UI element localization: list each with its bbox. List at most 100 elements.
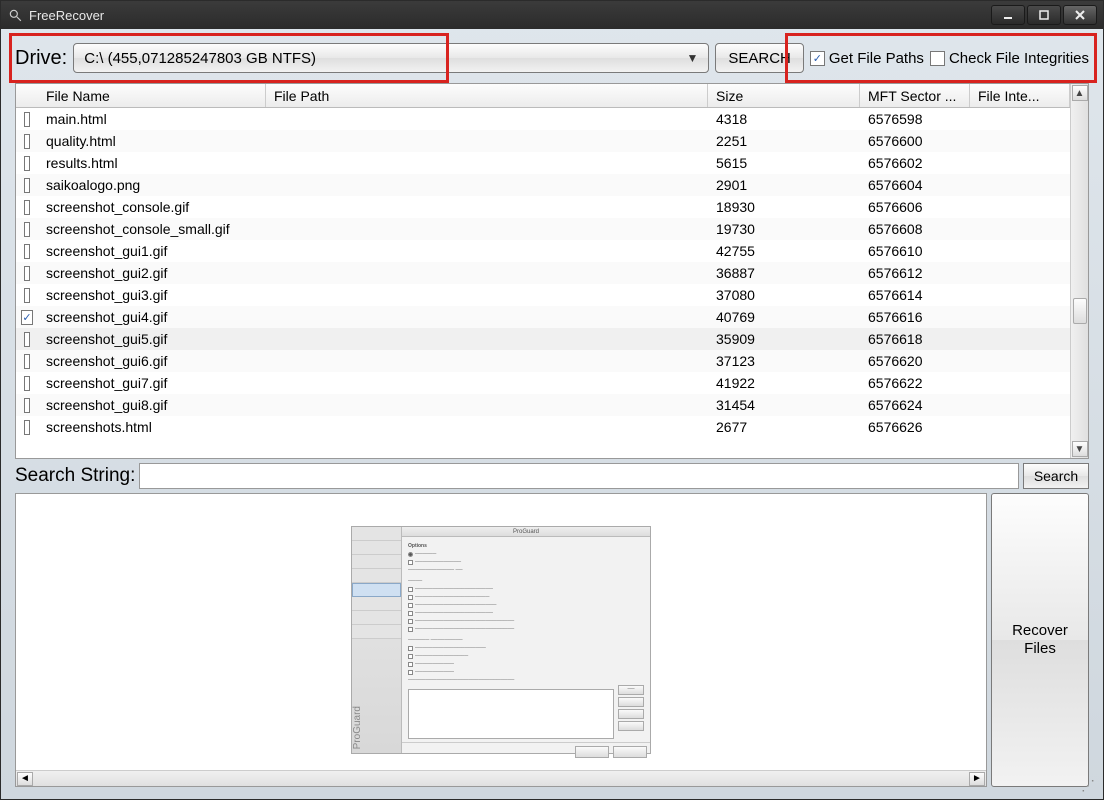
cell-size: 37080 bbox=[708, 287, 860, 303]
table-row[interactable]: saikoalogo.png29016576604 bbox=[16, 174, 1070, 196]
row-checkbox[interactable]: ✓ bbox=[21, 310, 32, 325]
cell-size: 2677 bbox=[708, 419, 860, 435]
search-drive-button[interactable]: SEARCH bbox=[715, 43, 804, 73]
cell-size: 40769 bbox=[708, 309, 860, 325]
search-string-input[interactable] bbox=[139, 463, 1019, 489]
cell-size: 35909 bbox=[708, 331, 860, 347]
scrollbar-thumb[interactable] bbox=[1073, 298, 1087, 324]
cell-mft: 6576626 bbox=[860, 419, 970, 435]
cell-mft: 6576610 bbox=[860, 243, 970, 259]
row-checkbox[interactable] bbox=[24, 332, 30, 347]
preview-pane: ProGuard ProGuard Options ────── ───────… bbox=[15, 493, 987, 787]
checkbox-icon bbox=[930, 51, 945, 66]
row-checkbox[interactable] bbox=[24, 398, 30, 413]
resize-grip-icon[interactable]: ⋰ bbox=[1081, 777, 1095, 791]
drive-toolbar: Drive: C:\ (455,071285247803 GB NTFS) ▼ … bbox=[5, 33, 1099, 83]
cell-file-name: screenshot_console_small.gif bbox=[38, 221, 266, 237]
preview-title: ProGuard bbox=[402, 527, 650, 537]
row-checkbox[interactable] bbox=[24, 354, 30, 369]
row-checkbox[interactable] bbox=[24, 112, 30, 127]
cell-mft: 6576624 bbox=[860, 397, 970, 413]
cell-file-name: screenshot_gui2.gif bbox=[38, 265, 266, 281]
cell-mft: 6576604 bbox=[860, 177, 970, 193]
table-row[interactable]: screenshot_gui5.gif359096576618 bbox=[16, 328, 1070, 350]
file-table: File Name File Path Size MFT Sector ... … bbox=[15, 83, 1089, 459]
cell-file-name: screenshot_gui7.gif bbox=[38, 375, 266, 391]
cell-size: 2901 bbox=[708, 177, 860, 193]
search-string-bar: Search String: Search bbox=[15, 463, 1089, 489]
cell-mft: 6576622 bbox=[860, 375, 970, 391]
cell-size: 18930 bbox=[708, 199, 860, 215]
cell-file-name: quality.html bbox=[38, 133, 266, 149]
col-file-path[interactable]: File Path bbox=[266, 84, 708, 107]
horizontal-scrollbar[interactable]: ◄ ► bbox=[16, 770, 986, 786]
cell-file-name: screenshot_gui3.gif bbox=[38, 287, 266, 303]
cell-size: 42755 bbox=[708, 243, 860, 259]
titlebar: FreeRecover bbox=[1, 1, 1103, 29]
search-string-button[interactable]: Search bbox=[1023, 463, 1089, 489]
table-row[interactable]: results.html 56156576602 bbox=[16, 152, 1070, 174]
row-checkbox[interactable] bbox=[24, 222, 30, 237]
cell-file-name: screenshot_gui4.gif bbox=[38, 309, 266, 325]
scroll-down-icon[interactable]: ▼ bbox=[1072, 441, 1088, 457]
window-title: FreeRecover bbox=[29, 8, 985, 23]
row-checkbox[interactable] bbox=[24, 266, 30, 281]
row-checkbox[interactable] bbox=[24, 288, 30, 303]
table-row[interactable]: screenshot_gui8.gif314546576624 bbox=[16, 394, 1070, 416]
row-checkbox[interactable] bbox=[24, 134, 30, 149]
table-row[interactable]: screenshot_gui6.gif371236576620 bbox=[16, 350, 1070, 372]
row-checkbox[interactable] bbox=[24, 200, 30, 215]
close-button[interactable] bbox=[1063, 5, 1097, 25]
check-file-integrities-checkbox[interactable]: Check File Integrities bbox=[930, 50, 1089, 67]
row-checkbox[interactable] bbox=[24, 420, 30, 435]
app-window: FreeRecover Drive: C:\ (455,071285247803… bbox=[0, 0, 1104, 800]
app-icon bbox=[7, 7, 23, 23]
col-size[interactable]: Size bbox=[708, 84, 860, 107]
col-mft-sector[interactable]: MFT Sector ... bbox=[860, 84, 970, 107]
get-file-paths-label: Get File Paths bbox=[829, 50, 924, 67]
row-checkbox[interactable] bbox=[24, 156, 30, 171]
col-file-integrity[interactable]: File Inte... bbox=[970, 84, 1070, 107]
drive-label: Drive: bbox=[15, 47, 67, 70]
cell-file-name: screenshot_gui6.gif bbox=[38, 353, 266, 369]
table-row[interactable]: quality.html 22516576600 bbox=[16, 130, 1070, 152]
table-row[interactable]: main.html43186576598 bbox=[16, 108, 1070, 130]
table-row[interactable]: screenshot_gui1.gif427556576610 bbox=[16, 240, 1070, 262]
scroll-up-icon[interactable]: ▲ bbox=[1072, 85, 1088, 101]
cell-mft: 6576606 bbox=[860, 199, 970, 215]
vertical-scrollbar[interactable]: ▲ ▼ bbox=[1070, 84, 1088, 458]
table-row[interactable]: screenshot_gui2.gif368876576612 bbox=[16, 262, 1070, 284]
row-checkbox[interactable] bbox=[24, 376, 30, 391]
cell-size: 41922 bbox=[708, 375, 860, 391]
cell-file-name: results.html bbox=[38, 155, 266, 171]
cell-size: 37123 bbox=[708, 353, 860, 369]
cell-size: 19730 bbox=[708, 221, 860, 237]
cell-mft: 6576612 bbox=[860, 265, 970, 281]
scroll-right-icon[interactable]: ► bbox=[969, 772, 985, 786]
row-checkbox[interactable] bbox=[24, 244, 30, 259]
search-string-label: Search String: bbox=[15, 465, 135, 487]
cell-size: 5615 bbox=[708, 155, 860, 171]
table-header: File Name File Path Size MFT Sector ... … bbox=[16, 84, 1070, 108]
table-row[interactable]: screenshot_gui3.gif370806576614 bbox=[16, 284, 1070, 306]
checkbox-icon: ✓ bbox=[810, 51, 825, 66]
recover-files-button[interactable]: Recover Files bbox=[991, 493, 1089, 787]
col-file-name[interactable]: File Name bbox=[38, 84, 266, 107]
maximize-button[interactable] bbox=[1027, 5, 1061, 25]
cell-file-name: screenshot_gui8.gif bbox=[38, 397, 266, 413]
table-row[interactable]: screenshot_console_small.gif197306576608 bbox=[16, 218, 1070, 240]
get-file-paths-checkbox[interactable]: ✓ Get File Paths bbox=[810, 50, 924, 67]
table-row[interactable]: screenshot_console.gif189306576606 bbox=[16, 196, 1070, 218]
row-checkbox[interactable] bbox=[24, 178, 30, 193]
minimize-button[interactable] bbox=[991, 5, 1025, 25]
table-row[interactable]: ✓screenshot_gui4.gif407696576616 bbox=[16, 306, 1070, 328]
drive-combo[interactable]: C:\ (455,071285247803 GB NTFS) ▼ bbox=[73, 43, 709, 73]
cell-size: 2251 bbox=[708, 133, 860, 149]
cell-mft: 6576602 bbox=[860, 155, 970, 171]
cell-mft: 6576600 bbox=[860, 133, 970, 149]
cell-mft: 6576618 bbox=[860, 331, 970, 347]
table-row[interactable]: screenshot_gui7.gif 419226576622 bbox=[16, 372, 1070, 394]
table-row[interactable]: screenshots.html26776576626 bbox=[16, 416, 1070, 438]
scroll-left-icon[interactable]: ◄ bbox=[17, 772, 33, 786]
cell-size: 4318 bbox=[708, 111, 860, 127]
